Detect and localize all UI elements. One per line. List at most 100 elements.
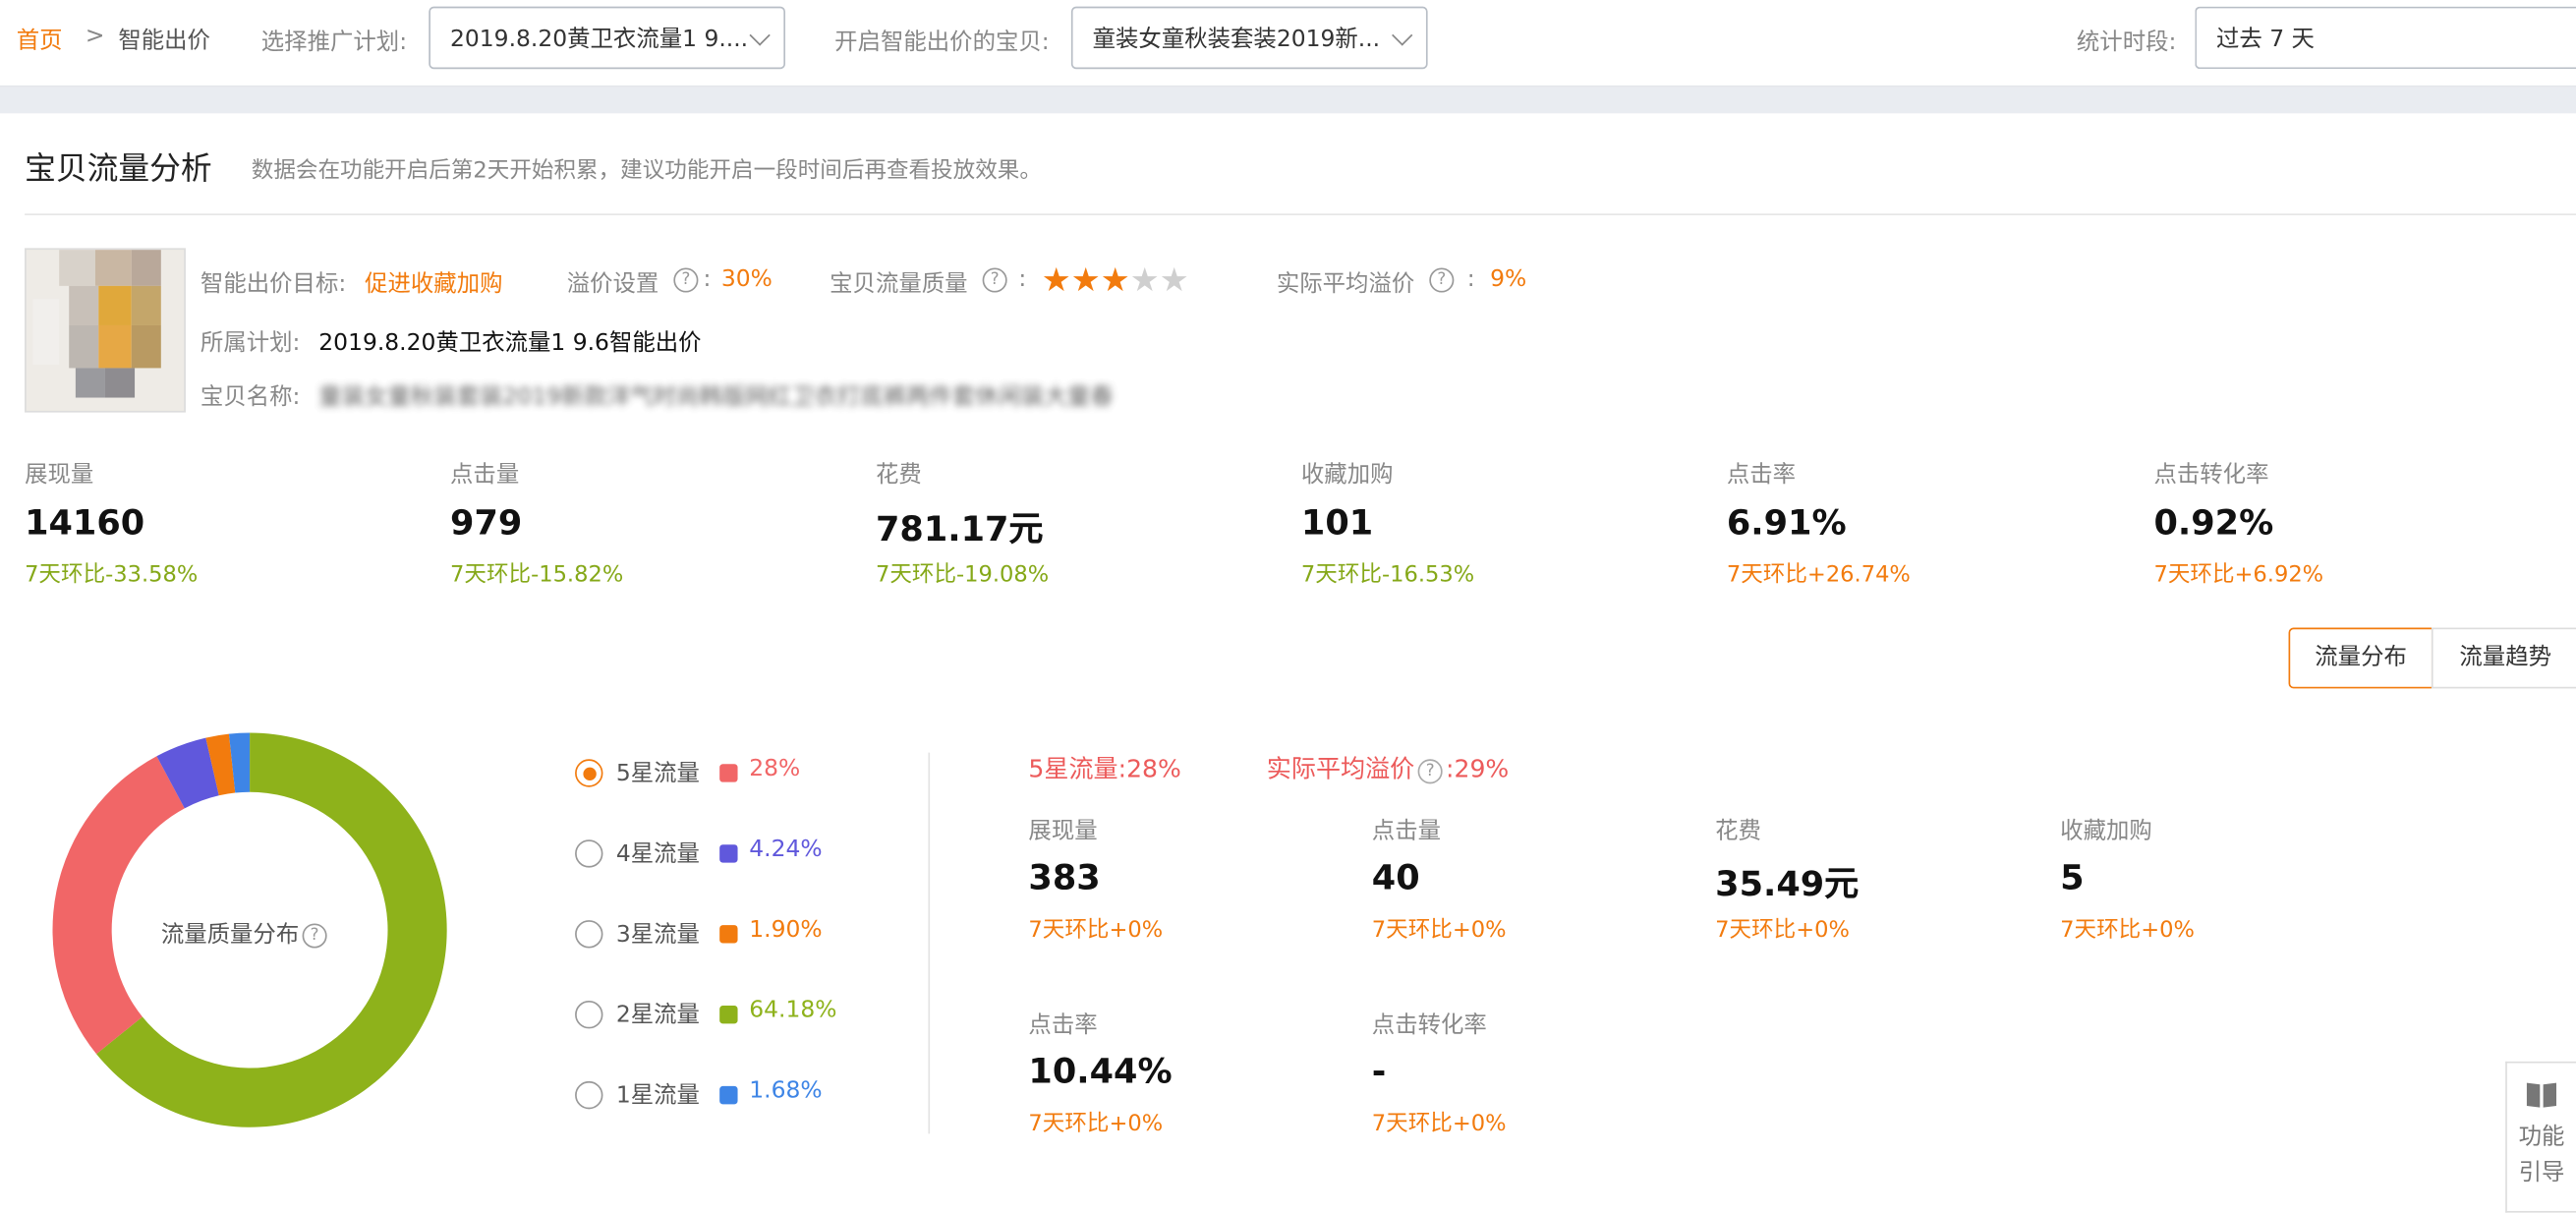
help-icon: ? [1417,759,1443,784]
star-icon: ★ [1100,260,1130,300]
premium-value: 30% [720,265,773,293]
avg-premium-label: 实际平均溢价 [1276,270,1415,298]
donut-slice-5star[interactable] [52,756,185,1055]
detail-title: 5星流量:28% [1028,754,1181,784]
legend-radio[interactable] [575,1080,603,1110]
metric-value: 101 [1300,502,1374,543]
plan-select-label: 选择推广计划: [260,29,408,56]
detail-metric-value: 35.49元 [1715,864,1860,904]
legend-label: 3星流量 [615,921,700,949]
metric-comparison: 7天环比+26.74% [1726,561,1911,589]
detail-metric-comparison: 7天环比+0% [1028,1111,1164,1137]
function-guide-button[interactable]: 功能 引导 [2505,1061,2576,1213]
detail-metric-label: 点击转化率 [1371,1011,1487,1039]
legend-percentage: 28% [749,755,801,782]
donut-center-label: 流量质量分布? [161,917,330,950]
detail-metric-comparison: 7天环比+0% [1371,916,1507,944]
item-select-label: 开启智能出价的宝贝: [834,29,1050,56]
period-select[interactable]: 过去 7 天 [2195,6,2576,70]
legend-label: 4星流量 [615,840,700,868]
period-select-label: 统计时段: [2076,29,2177,56]
legend-radio[interactable] [575,759,603,787]
detail-metric-comparison: 7天环比+0% [1371,1111,1507,1137]
section-gap [0,87,2576,114]
metric-comparison: 7天环比-15.82% [450,561,624,589]
legend-radio[interactable] [575,920,603,949]
top-filter-bar: 首页 > 智能出价 选择推广计划: 2019.8.20黄卫衣流量1 9.... … [0,0,2576,87]
legend-color-swatch [719,1006,738,1024]
quality-label: 宝贝流量质量 [830,270,968,298]
breadcrumb-home-link[interactable]: 首页 [17,23,63,55]
plan-value: 2019.8.20黄卫衣流量1 9.6智能出价 [318,329,702,357]
legend-label: 2星流量 [615,1002,700,1029]
detail-metric-comparison: 7天环比+0% [2060,916,2195,944]
period-select-value: 过去 7 天 [2215,26,2315,53]
metric-comparison: 7天环比-19.08% [875,561,1050,589]
breadcrumb-separator: > [85,23,105,50]
legend-color-swatch [719,925,738,944]
detail-metric-label: 点击率 [1028,1011,1098,1039]
legend-label: 1星流量 [615,1082,700,1110]
goal-label: 智能出价目标: [200,270,347,298]
detail-metric-value: 383 [1028,857,1101,897]
metric-label: 花费 [875,461,922,489]
detail-metric-comparison: 7天环比+0% [1715,916,1850,944]
detail-metric-value: 40 [1371,857,1420,897]
premium-label: 溢价设置 [566,270,659,298]
star-icon: ★ [1129,260,1160,300]
detail-metric-value: - [1371,1051,1387,1091]
detail-metric-label: 展现量 [1028,818,1098,845]
item-name-value: 童装女童秋装套装2019新款洋气时尚韩版网红卫衣打底裤两件套休闲装大童春 [318,384,1114,411]
legend-color-swatch [719,1085,738,1105]
detail-metric-comparison: 7天环比+0% [1028,916,1164,944]
tab-traffic-distribution[interactable]: 流量分布 [2288,627,2433,689]
goal-value: 促进收藏加购 [365,270,503,298]
item-select-value: 童装女童秋装套装2019新... [1092,26,1381,53]
metric-label: 点击量 [450,461,520,489]
chevron-down-icon [749,25,771,46]
section-divider [25,213,2576,215]
metric-label: 展现量 [25,461,94,489]
detail-metric-value: 10.44% [1028,1051,1173,1091]
detail-avg-premium: 实际平均溢价?:29% [1266,754,1510,784]
breadcrumb-current: 智能出价 [118,28,210,55]
metric-value: 979 [450,502,523,543]
avg-premium-value: 9% [1490,265,1527,293]
legend-percentage: 1.90% [749,916,823,944]
metric-label: 点击转化率 [2153,461,2269,489]
star-icon: ★ [1159,260,1189,300]
metric-label: 点击率 [1726,461,1797,489]
plan-label: 所属计划: [200,329,301,357]
metric-comparison: 7天环比-33.58% [25,561,199,589]
legend-radio[interactable] [575,839,603,868]
item-select[interactable]: 童装女童秋装套装2019新... [1070,6,1428,70]
legend-label: 5星流量 [615,760,700,787]
metric-value: 6.91% [1726,502,1847,543]
metric-comparison: 7天环比-16.53% [1300,561,1475,589]
star-icon: ★ [1070,260,1101,300]
help-icon: ? [302,923,327,949]
section-note: 数据会在功能开启后第2天开始积累，建议功能开启一段时间后再查看投放效果。 [251,157,1042,185]
premium-help-icon[interactable]: ? [670,266,702,293]
plan-select-value: 2019.8.20黄卫衣流量1 9.... [450,26,749,53]
metric-value: 781.17元 [875,509,1044,549]
legend-percentage: 64.18% [749,997,837,1024]
book-icon [2526,1082,2557,1108]
metric-label: 收藏加购 [1300,461,1394,489]
legend-radio[interactable] [575,1001,603,1029]
tab-traffic-trend[interactable]: 流量趋势 [2431,627,2576,689]
plan-select[interactable]: 2019.8.20黄卫衣流量1 9.... [429,6,786,70]
quality-star-rating: ★★★★★ [1042,262,1189,297]
section-title: 宝贝流量分析 [25,150,212,188]
legend-percentage: 4.24% [749,836,823,863]
metric-value: 14160 [25,502,145,543]
detail-metric-label: 点击量 [1371,818,1441,845]
avg-premium-help-icon[interactable]: ? [1426,266,1458,293]
legend-percentage: 1.68% [749,1077,823,1105]
product-thumbnail [25,248,186,413]
chevron-down-icon [1392,25,1413,46]
detail-metric-label: 收藏加购 [2060,818,2152,845]
quality-help-icon[interactable]: ? [979,266,1010,293]
detail-metric-value: 5 [2060,857,2085,897]
metric-comparison: 7天环比+6.92% [2153,561,2324,589]
